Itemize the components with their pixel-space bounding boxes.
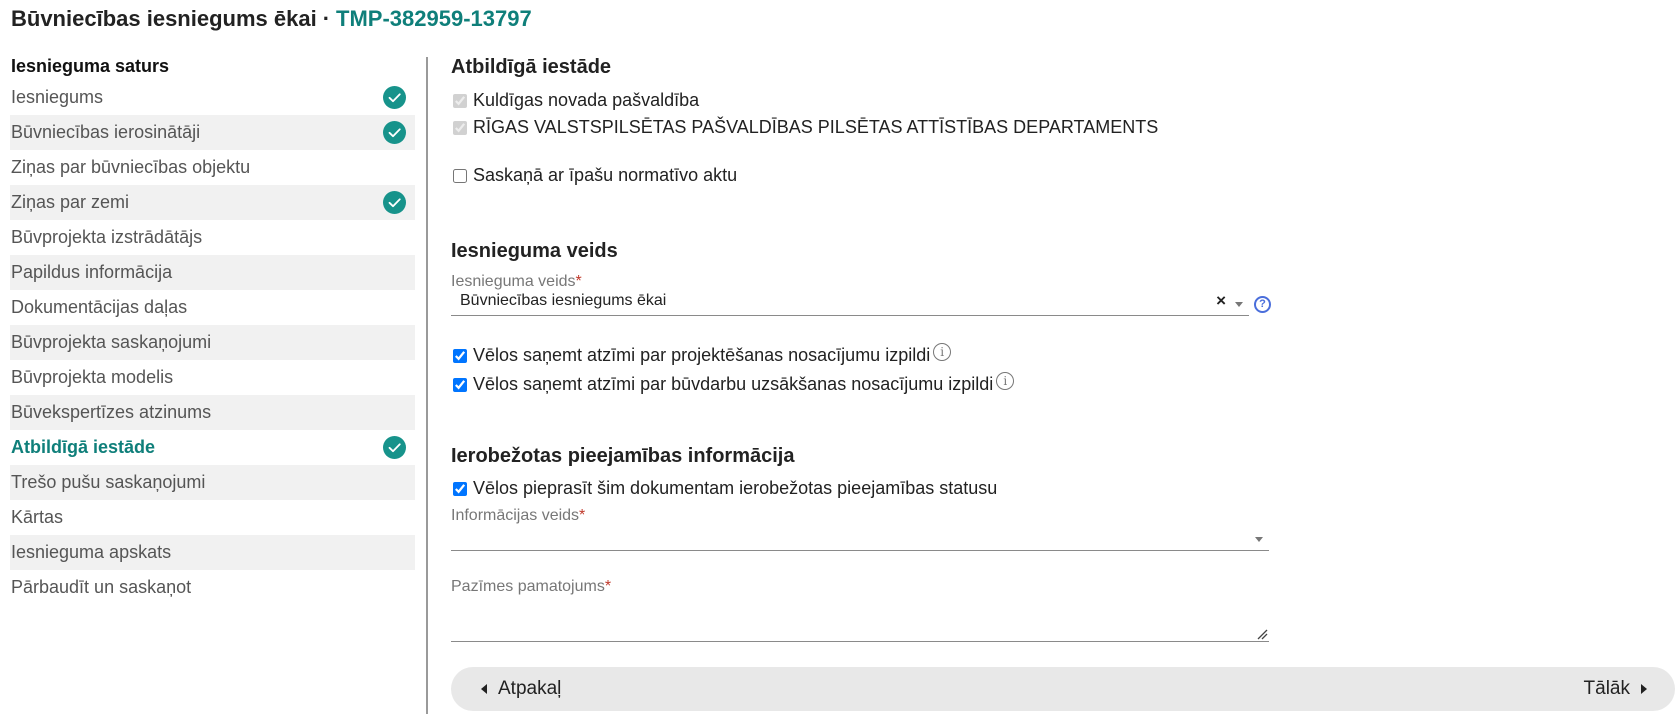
- authority-riga-checkbox[interactable]: [453, 120, 467, 135]
- submission-type-title: Iesnieguma veids: [451, 240, 618, 262]
- submission-type-value: Būvniecības iesniegums ēkai: [460, 292, 667, 309]
- sidebar-item-label: Papildus informācija: [11, 262, 173, 282]
- sidebar-item[interactable]: Būvprojekta modelis: [10, 360, 415, 395]
- restricted-request-option[interactable]: Vēlos pieprasīt šim dokumentam ierobežot…: [451, 478, 997, 499]
- design-conditions-label: Vēlos saņemt atzīmi par projektēšanas no…: [473, 345, 931, 365]
- sidebar-item[interactable]: Iesniegums: [10, 80, 415, 115]
- submission-type-select[interactable]: Būvniecības iesniegums ēkai ×: [451, 290, 1249, 316]
- checkmark-circle-icon: [383, 86, 406, 109]
- justification-label-text: Pazīmes pamatojums: [451, 578, 605, 595]
- sidebar-item[interactable]: Iesnieguma apskats: [10, 535, 415, 570]
- required-mark: *: [579, 507, 586, 524]
- sidebar-item[interactable]: Pārbaudīt un saskaņot: [10, 570, 415, 605]
- checkmark-circle-icon: [383, 191, 406, 214]
- design-conditions-option[interactable]: Vēlos saņemt atzīmi par projektēšanas no…: [451, 342, 952, 366]
- sidebar-item[interactable]: Būvniecības ierosinātāji: [10, 115, 415, 150]
- sidebar-item-label: Būvprojekta saskaņojumi: [11, 332, 212, 352]
- justification-textarea[interactable]: [451, 612, 1269, 642]
- authority-option-riga[interactable]: RĪGAS VALSTSPILSĒTAS PAŠVALDĪBAS PILSĒTA…: [451, 117, 1158, 138]
- construction-start-option[interactable]: Vēlos saņemt atzīmi par būvdarbu uzsākša…: [451, 371, 1015, 395]
- special-act-checkbox[interactable]: [453, 168, 467, 183]
- sidebar-item[interactable]: Ziņas par zemi: [10, 185, 415, 220]
- sidebar-item[interactable]: Trešo pušu saskaņojumi: [10, 465, 415, 500]
- sidebar-list: Iesniegums Būvniecības ierosinātāji Ziņas …: [10, 80, 415, 605]
- chevron-down-icon[interactable]: [1255, 537, 1263, 542]
- submission-type-label-text: Iesnieguma veids: [451, 273, 576, 290]
- sidebar-item-label: Pārbaudīt un saskaņot: [11, 577, 192, 597]
- design-conditions-checkbox[interactable]: [453, 348, 467, 363]
- sidebar-item[interactable]: Papildus informācija: [10, 255, 415, 290]
- construction-start-label: Vēlos saņemt atzīmi par būvdarbu uzsākša…: [473, 374, 994, 394]
- sidebar-title: Iesnieguma saturs: [11, 56, 170, 76]
- sidebar-item-label: Kārtas: [11, 507, 64, 527]
- back-button[interactable]: Atpakaļ: [481, 667, 561, 711]
- info-icon[interactable]: i: [996, 371, 1015, 390]
- sidebar-item-label: Dokumentācijas daļas: [11, 297, 188, 317]
- chevron-down-icon[interactable]: [1235, 302, 1243, 307]
- required-mark: *: [604, 578, 612, 595]
- navigation-bar: Atpakaļ Tālāk: [451, 667, 1675, 711]
- sidebar-item[interactable]: Dokumentācijas daļas: [10, 290, 415, 325]
- info-type-field-label: Informācijas veids*: [451, 507, 585, 525]
- vertical-divider: [426, 57, 428, 714]
- sidebar-item-label: Būvprojekta modelis: [11, 367, 174, 387]
- sidebar-item-label: Atbildīgā iestāde: [11, 437, 156, 457]
- sidebar-item[interactable]: Būvekspertīzes atzinums: [10, 395, 415, 430]
- sidebar-item-label: Trešo pušu saskaņojumi: [11, 472, 206, 492]
- sidebar-item-label: Būvniecības ierosinātāji: [11, 122, 201, 142]
- caret-right-icon: [1641, 684, 1647, 694]
- sidebar-item-label: Būvekspertīzes atzinums: [11, 402, 212, 422]
- authority-option-kuldiga[interactable]: Kuldīgas novada pašvaldība: [451, 90, 699, 111]
- justification-field-label: Pazīmes pamatojums*: [451, 578, 611, 596]
- sidebar-item-label: Iesnieguma apskats: [11, 542, 172, 562]
- required-mark: *: [575, 273, 582, 290]
- authority-kuldiga-checkbox[interactable]: [453, 93, 467, 108]
- checkmark-circle-icon: [383, 436, 406, 459]
- restricted-request-checkbox[interactable]: [453, 481, 467, 496]
- page-title-text: Būvniecības iesniegums ēkai: [11, 6, 317, 31]
- sidebar-item-label: Iesniegums: [11, 87, 104, 107]
- sidebar-item-label: Ziņas par zemi: [11, 192, 130, 212]
- next-button[interactable]: Tālāk: [1584, 667, 1647, 711]
- special-act-label: Saskaņā ar īpašu normatīvo aktu: [473, 165, 738, 185]
- checkmark-circle-icon: [383, 121, 406, 144]
- main-content: Atbildīgā iestāde Kuldīgas novada pašval…: [451, 0, 1680, 714]
- caret-left-icon: [481, 684, 487, 694]
- construction-start-checkbox[interactable]: [453, 377, 467, 392]
- sidebar-item[interactable]: Atbildīgā iestāde: [10, 430, 415, 465]
- info-type-select[interactable]: [451, 525, 1269, 551]
- sidebar-item-label: Ziņas par būvniecības objektu: [11, 157, 251, 177]
- sidebar-item[interactable]: Kārtas: [10, 500, 415, 535]
- sidebar-item[interactable]: Ziņas par būvniecības objektu: [10, 150, 415, 185]
- clear-icon[interactable]: ×: [1216, 291, 1226, 311]
- info-icon[interactable]: i: [933, 342, 952, 361]
- responsible-authority-title: Atbildīgā iestāde: [451, 56, 612, 78]
- sidebar-item[interactable]: Būvprojekta izstrādātājs: [10, 220, 415, 255]
- restricted-info-title: Ierobežotas pieejamības informācija: [451, 445, 795, 467]
- sidebar-item-label: Būvprojekta izstrādātājs: [11, 227, 203, 247]
- next-button-label: Tālāk: [1583, 678, 1630, 699]
- back-button-label: Atpakaļ: [498, 678, 562, 699]
- sidebar-item[interactable]: Būvprojekta saskaņojumi: [10, 325, 415, 360]
- special-act-option[interactable]: Saskaņā ar īpašu normatīvo aktu: [451, 165, 737, 186]
- authority-riga-label: RĪGAS VALSTSPILSĒTAS PAŠVALDĪBAS PILSĒTA…: [473, 117, 1159, 137]
- title-separator: ·: [322, 6, 331, 31]
- submission-type-field-label: Iesnieguma veids*: [451, 273, 582, 291]
- info-type-label-text: Informācijas veids: [451, 507, 580, 524]
- resize-handle-icon[interactable]: [1256, 628, 1268, 640]
- authority-kuldiga-label: Kuldīgas novada pašvaldība: [473, 90, 700, 110]
- restricted-request-label: Vēlos pieprasīt šim dokumentam ierobežot…: [473, 478, 998, 498]
- help-icon[interactable]: ?: [1254, 296, 1271, 313]
